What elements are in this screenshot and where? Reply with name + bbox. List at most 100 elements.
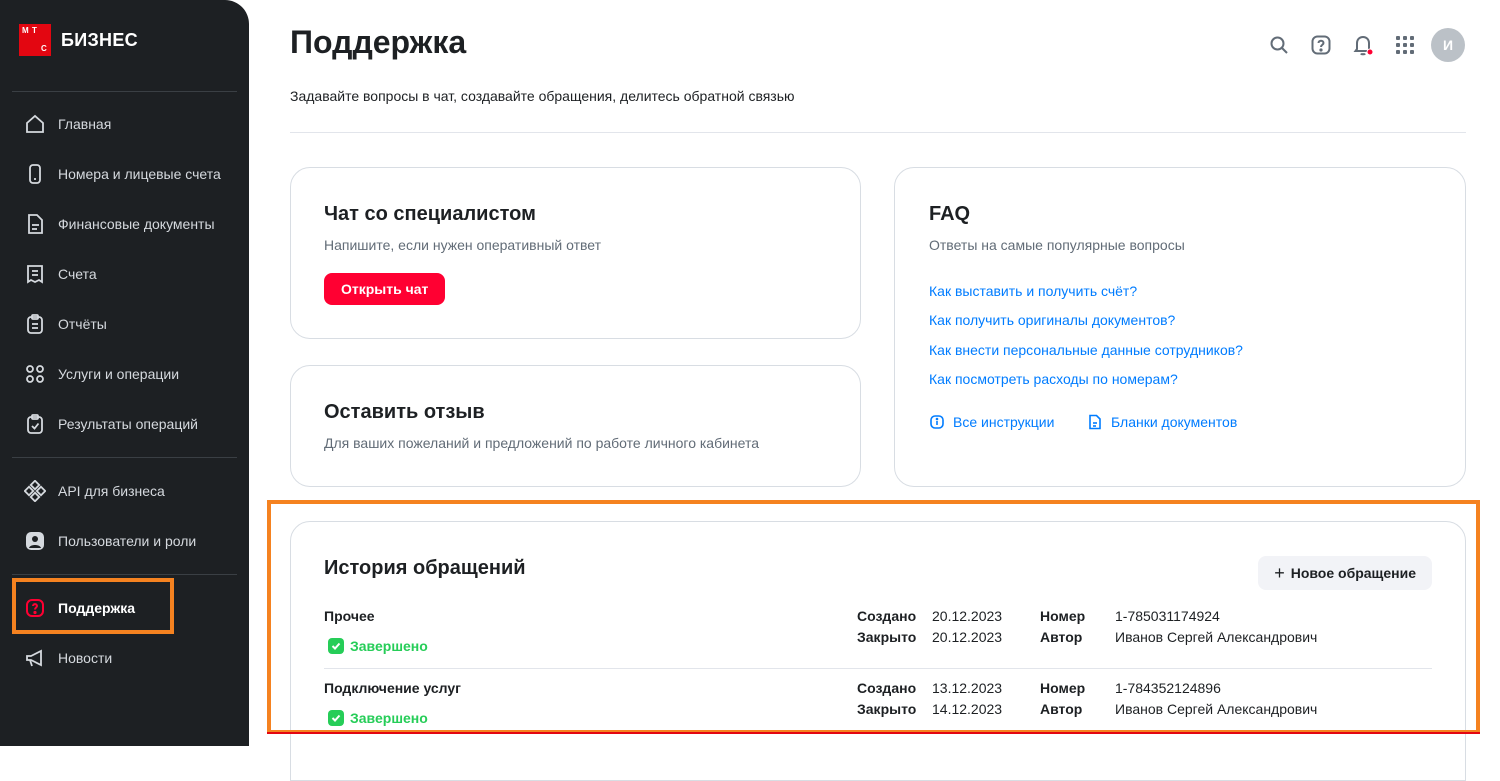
sidebar-item-reports[interactable]: Отчёты [12,302,237,346]
plus-icon: + [1274,562,1285,583]
sidebar-item-label: Услуги и операции [58,366,180,382]
closed-value: 14.12.2023 [932,701,1003,717]
request-title: Прочее [324,608,375,624]
avatar[interactable]: И [1431,28,1465,62]
sidebar: М Т С БИЗНЕС Главная Номера и лицевые сч… [0,0,249,746]
page-subtitle: Задавайте вопросы в чат, создавайте обра… [290,88,795,104]
document-icon [1089,414,1101,430]
request-title: Подключение услуг [324,680,462,696]
number-label: Номер [1040,608,1086,624]
sidebar-item-api[interactable]: API для бизнеса [12,469,237,513]
clipboard-icon [24,313,46,335]
sidebar-item-invoices[interactable]: Счета [12,252,237,296]
page-title: Поддержка [290,24,467,60]
brand-name: БИЗНЕС [61,29,138,50]
logo-letter-m: М [22,26,29,35]
sidebar-item-label: Главная [58,116,112,132]
apps-icon[interactable] [1391,31,1419,59]
chat-card: Чат со специалистом Напишите, если нужен… [290,167,861,339]
receipt-icon [24,263,46,285]
author-value: Иванов Сергей Александрович [1115,701,1318,717]
megaphone-icon [24,647,46,669]
logo-letter-t: Т [32,26,37,35]
support-icon [24,597,46,619]
sidebar-item-label: Новости [58,650,113,666]
logo-letter-s: С [41,44,47,53]
doc-forms-label: Бланки документов [1111,414,1238,430]
sidebar-item-home[interactable]: Главная [12,102,237,146]
table-row[interactable]: Прочее Завершено Создано 20.12.2023 Закр… [324,608,1432,680]
closed-label: Закрыто [857,701,917,717]
faq-card: FAQ Ответы на самые популярные вопросы К… [894,167,1466,487]
status-badge: Завершено [328,710,428,726]
new-request-button[interactable]: + Новое обращение [1258,556,1432,590]
check-icon [328,710,344,726]
bell-icon[interactable] [1349,31,1377,59]
header-divider [290,132,1466,133]
help-icon[interactable] [1307,31,1335,59]
sidebar-item-news[interactable]: Новости [12,636,237,680]
sidebar-item-operation-results[interactable]: Результаты операций [12,402,237,446]
phone-icon [24,163,46,185]
sidebar-item-label: API для бизнеса [58,483,165,499]
faq-subtitle: Ответы на самые популярные вопросы [929,237,1185,253]
open-chat-button[interactable]: Открыть чат [324,273,446,305]
grid-icon [24,363,46,385]
all-instructions-label: Все инструкции [953,414,1055,430]
chat-card-subtitle: Напишите, если нужен оперативный ответ [324,237,601,253]
all-instructions-link[interactable]: Все инструкции [929,414,1054,430]
sidebar-divider [12,91,237,92]
sidebar-item-label: Финансовые документы [58,216,215,232]
created-value: 20.12.2023 [932,608,1003,624]
sidebar-divider [12,457,237,458]
faq-title: FAQ [929,203,971,225]
closed-label: Закрыто [857,629,917,645]
history-title: История обращений [324,557,526,579]
table-row[interactable]: Подключение услуг Завершено Создано 13.1… [324,680,1432,752]
status-label: Завершено [350,638,428,654]
created-label: Создано [857,608,917,624]
author-label: Автор [1040,701,1083,717]
sidebar-item-users-roles[interactable]: Пользователи и роли [12,519,237,563]
feedback-card-title: Оставить отзыв [324,401,485,423]
check-icon [328,638,344,654]
status-label: Завершено [350,710,428,726]
author-value: Иванов Сергей Александрович [1115,629,1318,645]
number-label: Номер [1040,680,1086,696]
faq-link[interactable]: Как посмотреть расходы по номерам? [929,371,1178,387]
new-request-label: Новое обращение [1290,565,1416,581]
header-actions: И [1265,28,1465,62]
sidebar-item-label: Номера и лицевые счета [58,166,221,182]
number-value: 1-785031174924 [1115,608,1220,624]
created-label: Создано [857,680,917,696]
sidebar-item-label: Поддержка [58,600,136,616]
info-icon [930,415,944,429]
feedback-card[interactable]: Оставить отзыв Для ваших пожеланий и пре… [290,365,861,487]
sidebar-item-finance-docs[interactable]: Финансовые документы [12,202,237,246]
feedback-card-subtitle: Для ваших пожеланий и предложений по раб… [324,435,760,451]
faq-link[interactable]: Как выставить и получить счёт? [929,283,1137,299]
logo[interactable]: М Т С БИЗНЕС [19,24,138,56]
sidebar-item-label: Счета [58,266,97,282]
sidebar-divider [12,574,237,575]
sidebar-item-support[interactable]: Поддержка [12,586,237,630]
created-value: 13.12.2023 [932,680,1003,696]
faq-link[interactable]: Как получить оригиналы документов? [929,312,1175,328]
sidebar-item-label: Пользователи и роли [58,533,197,549]
sidebar-item-label: Отчёты [58,316,107,332]
search-icon[interactable] [1265,31,1293,59]
mts-logo-icon: М Т С [19,24,51,56]
document-icon [24,213,46,235]
number-value: 1-784352124896 [1115,680,1221,696]
closed-value: 20.12.2023 [932,629,1003,645]
row-divider [324,668,1432,669]
sidebar-item-numbers[interactable]: Номера и лицевые счета [12,152,237,196]
doc-forms-link[interactable]: Бланки документов [1087,414,1237,430]
sidebar-item-label: Результаты операций [58,416,199,432]
history-card: История обращений + Новое обращение Проч… [290,521,1466,781]
api-icon [24,480,46,502]
sidebar-item-services[interactable]: Услуги и операции [12,352,237,396]
faq-link[interactable]: Как внести персональные данные сотрудник… [929,342,1243,358]
chat-card-title: Чат со специалистом [324,203,536,225]
author-label: Автор [1040,629,1083,645]
